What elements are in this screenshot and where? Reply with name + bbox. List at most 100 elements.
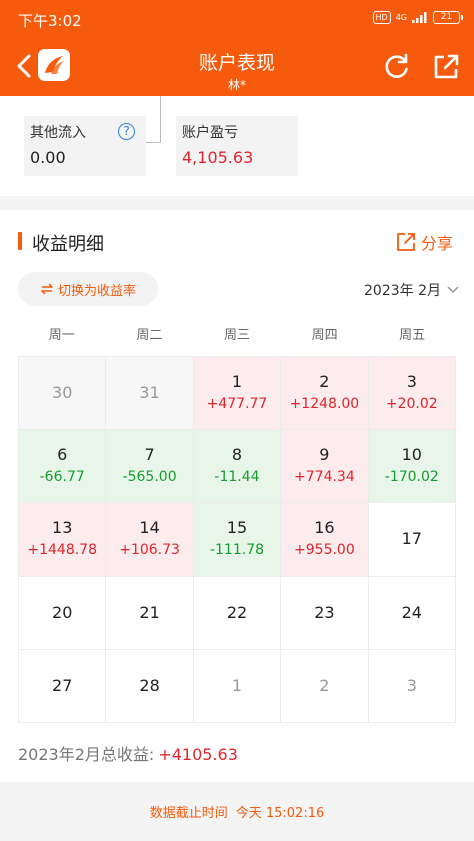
calendar-day-cell[interactable]: 15 -111.78	[193, 503, 282, 577]
calendar-day-number: 9	[319, 445, 330, 465]
footer: 数据截止时间 今天 15:02:16	[0, 782, 474, 841]
battery-icon: 21	[433, 11, 463, 24]
calendar-day-profit: +106.73	[119, 542, 180, 559]
calendar-day-number: 2	[319, 372, 330, 392]
calendar-day-profit: +20.02	[385, 396, 438, 413]
calendar-day-number: 2	[319, 675, 330, 695]
calendar-day-number: 1	[231, 372, 243, 392]
calendar-day-profit: -11.44	[214, 469, 260, 486]
calendar-day-cell[interactable]: 3 +20.02	[368, 357, 456, 431]
calendar-day-number: 20	[52, 602, 73, 622]
open-external-icon[interactable]	[432, 53, 460, 81]
calendar-day-cell[interactable]: 30	[19, 357, 107, 431]
calendar-day-cell[interactable]: 1 +477.77	[193, 357, 282, 431]
calendar-day-cell[interactable]: 8 -11.44	[193, 430, 282, 504]
share-button[interactable]: 分享	[396, 230, 453, 254]
calendar-day-cell[interactable]: 22	[193, 576, 282, 650]
calendar-day-cell[interactable]: 3	[368, 649, 456, 723]
network-indicator: 4G	[395, 13, 407, 22]
profit-detail-card: 收益明细 分享 切换为收益率 2023年 2月 周一 周二 周三 周四 周五 3…	[0, 210, 474, 782]
calendar-day-cell[interactable]: 16 +955.00	[281, 503, 369, 577]
calendar-day-number: 17	[401, 529, 422, 549]
month-total-label: 2023年2月总收益:	[18, 745, 155, 764]
calendar-day-number: 15	[226, 518, 248, 538]
calendar-day-cell[interactable]: 20	[19, 576, 107, 650]
signal-icon	[412, 12, 427, 23]
refresh-icon[interactable]	[383, 52, 411, 80]
calendar-day-number: 22	[226, 602, 248, 622]
calendar-day-cell[interactable]: 27	[19, 649, 107, 723]
weekday-label: 周二	[136, 328, 163, 343]
calendar-day-cell[interactable]: 13 +1448.78	[19, 503, 107, 577]
weekday-header: 周一 周二 周三 周四 周五	[18, 324, 456, 344]
calendar-day-profit: +1448.78	[27, 542, 97, 559]
calendar-day-number: 27	[52, 675, 73, 695]
calendar-day-number: 16	[314, 518, 335, 538]
calendar-day-profit: -66.77	[39, 469, 85, 486]
calendar-day-profit: -170.02	[384, 469, 439, 486]
calendar-day-cell[interactable]: 21	[106, 576, 194, 650]
connector-line	[146, 96, 161, 143]
weekday-label: 周五	[399, 328, 426, 343]
month-label: 2023年 2月	[364, 283, 441, 299]
calendar-day-number: 1	[231, 675, 243, 695]
account-metrics: 其他流入 ? 0.00 账户盈亏 4,105.63	[0, 96, 474, 196]
calendar-day-cell[interactable]: 10 -170.02	[368, 430, 456, 504]
chevron-down-icon	[447, 286, 459, 293]
weekday-label: 周一	[48, 328, 75, 343]
calendar-day-number: 24	[401, 602, 422, 622]
calendar-day-number: 3	[406, 675, 417, 695]
other-inflow-value: 0.00	[30, 148, 66, 167]
calendar-day-cell[interactable]: 17	[368, 503, 456, 577]
data-cutoff-time: 今天 15:02:16	[235, 806, 325, 821]
status-icons: HD 4G 21	[372, 11, 463, 24]
calendar-day-number: 7	[144, 445, 155, 465]
calendar-day-profit: -565.00	[122, 469, 177, 486]
calendar-day-profit: +477.77	[206, 396, 268, 413]
calendar-day-cell[interactable]: 14 +106.73	[106, 503, 194, 577]
share-icon	[397, 233, 415, 251]
data-cutoff-label: 数据截止时间	[149, 806, 228, 821]
calendar-day-number: 31	[139, 383, 160, 403]
calendar-day-cell[interactable]: 2	[281, 649, 369, 723]
calendar-day-profit: -111.78	[209, 542, 265, 559]
section-marker	[18, 232, 22, 250]
calendar-day-number: 6	[57, 445, 68, 465]
calendar-day-cell[interactable]: 9 +774.34	[281, 430, 369, 504]
account-pnl-value: 4,105.63	[182, 148, 254, 167]
calendar-day-number: 3	[406, 372, 417, 392]
calendar-day-number: 10	[401, 445, 422, 465]
calendar-day-number: 14	[139, 518, 160, 538]
calendar-day-number: 21	[139, 602, 160, 622]
calendar-day-cell[interactable]: 7 -565.00	[106, 430, 194, 504]
calendar-day-number: 28	[139, 675, 160, 695]
month-total: 2023年2月总收益: +4105.63	[18, 741, 238, 765]
month-picker[interactable]: 2023年 2月	[364, 280, 459, 300]
status-time: 下午3:02	[18, 12, 82, 30]
app-header: 账户表现 林*	[0, 36, 474, 96]
calendar-day-cell[interactable]: 24	[368, 576, 456, 650]
calendar-day-cell[interactable]: 31	[106, 357, 194, 431]
data-cutoff: 数据截止时间 今天 15:02:16	[0, 782, 474, 841]
calendar-day-number: 23	[314, 602, 335, 622]
calendar-day-profit: +955.00	[294, 542, 355, 559]
calendar-day-number: 13	[52, 518, 73, 538]
month-total-value: +4105.63	[158, 745, 238, 764]
calendar-day-cell[interactable]: 1	[193, 649, 282, 723]
calendar-day-cell[interactable]: 2 +1248.00	[281, 357, 369, 431]
switch-to-rate-button[interactable]: 切换为收益率	[18, 272, 158, 306]
other-inflow-label: 其他流入	[30, 125, 86, 141]
account-pnl-label: 账户盈亏	[182, 125, 238, 141]
weekday-label: 周四	[311, 328, 338, 343]
calendar-day-profit: +1248.00	[289, 396, 360, 413]
calendar-day-cell[interactable]: 28	[106, 649, 194, 723]
calendar-day-cell[interactable]: 23	[281, 576, 369, 650]
calendar-day-number: 30	[52, 383, 73, 403]
hd-badge: HD	[372, 11, 391, 24]
help-icon[interactable]: ?	[118, 123, 135, 140]
weekday-label: 周三	[223, 328, 250, 343]
calendar-day-profit: +774.34	[294, 469, 355, 486]
profit-calendar: 30 31 1 +477.77 2 +1248.00 3 +20.02 6 -66.77 7 -565…	[18, 356, 456, 723]
switch-label: 切换为收益率	[57, 283, 136, 299]
calendar-day-cell[interactable]: 6 -66.77	[19, 430, 107, 504]
